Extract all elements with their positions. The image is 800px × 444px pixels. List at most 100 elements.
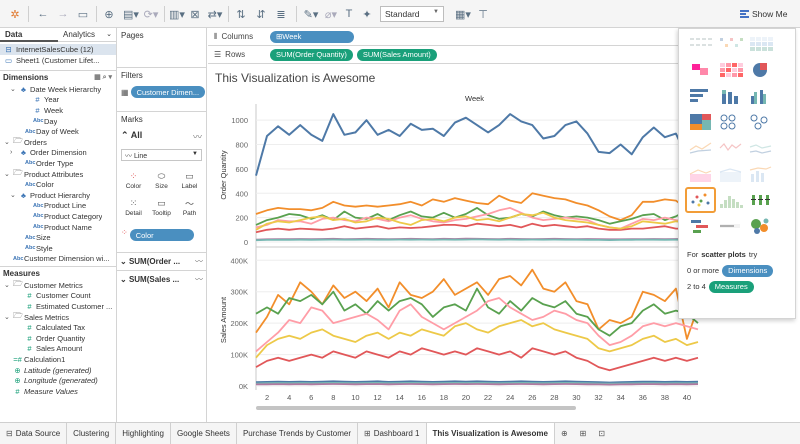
folder-item[interactable]: ⌄ 🗁 Customer Metrics <box>0 279 116 291</box>
box-whisker-icon[interactable] <box>747 189 774 211</box>
field-item[interactable]: Abc Day <box>0 116 116 127</box>
field-item[interactable]: Abc Product Line <box>0 201 116 212</box>
folder-item[interactable]: ⌄ 🗁 Product Attributes <box>0 168 116 180</box>
marks-sub-order[interactable]: ⌄ SUM(Order ... 〰 <box>117 252 206 270</box>
packed-bubbles-icon[interactable] <box>747 215 774 237</box>
field-item[interactable]: ⊕ Latitude (generated) <box>0 365 116 376</box>
rows-shelf[interactable]: ☰ Rows SUM(Order Quantity) SUM(Sales Amou… <box>208 46 680 64</box>
labels-icon[interactable]: ⌀▾ <box>322 6 340 22</box>
histogram-icon[interactable] <box>717 189 744 211</box>
tab-sheet[interactable]: Highlighting <box>116 422 171 444</box>
size-button[interactable]: ⬭ Size <box>149 167 174 191</box>
circle-view-icon[interactable] <box>717 111 744 133</box>
undo-icon[interactable]: ← <box>36 6 50 22</box>
dimensions-tools-icon[interactable]: ▦ ⌕ ▾ <box>94 73 112 82</box>
tab-data[interactable]: Data <box>0 28 58 42</box>
field-item[interactable]: Abc Size <box>0 232 116 243</box>
field-item[interactable]: =# Calculation1 <box>0 354 116 365</box>
highlight-table-icon[interactable] <box>717 59 744 81</box>
field-item[interactable]: Abc Product Name <box>0 222 116 233</box>
field-item[interactable]: # Week <box>0 105 116 116</box>
tooltip-button[interactable]: ▭ Tooltip <box>149 194 174 218</box>
show-cards-icon[interactable]: ▦▾ <box>454 6 472 22</box>
tab-sheet[interactable]: Clustering <box>67 422 117 444</box>
pages-card[interactable]: Pages <box>117 28 206 68</box>
mark-type-select[interactable]: 〰 Line ▼ <box>121 149 202 161</box>
field-item[interactable]: # Sales Amount <box>0 344 116 355</box>
marks-sub-sales[interactable]: ⌄ SUM(Sales ... 〰 <box>117 270 206 288</box>
tab-sheet-active[interactable]: This Visualization is Awesome <box>426 422 555 444</box>
gantt-icon[interactable] <box>687 215 714 237</box>
datasource-item[interactable]: ▭ Sheet1 (Customer Lifet... <box>0 55 116 66</box>
scatter-plot-icon[interactable] <box>685 187 716 213</box>
horizontal-bars-icon[interactable] <box>687 85 714 107</box>
series-line[interactable] <box>255 297 699 353</box>
marks-all-row[interactable]: ⌃ All 〰 <box>121 130 202 143</box>
area-continuous-icon[interactable] <box>687 163 714 185</box>
continuous-line-icon[interactable] <box>687 137 714 159</box>
rows-pill[interactable]: SUM(Order Quantity) <box>270 48 353 61</box>
folder-item[interactable]: ⌄ 🗁 Orders <box>0 136 116 148</box>
bullet-graph-icon[interactable] <box>717 215 744 237</box>
field-item[interactable]: Abc Product Category <box>0 211 116 222</box>
heat-map-icon[interactable] <box>747 33 774 55</box>
columns-pill[interactable]: ⊞ Week <box>270 30 354 43</box>
sort-ascending-icon[interactable]: ⇅ <box>234 6 248 22</box>
label-button[interactable]: ▭ Label <box>177 167 202 191</box>
field-item[interactable]: ⌄ ♣ Product Hierarchy <box>0 190 116 201</box>
series-line[interactable] <box>255 222 699 234</box>
new-worksheet-icon[interactable]: ▤▾ <box>122 6 140 22</box>
text-table-icon[interactable] <box>687 33 714 55</box>
horizontal-scrollbar[interactable] <box>256 406 576 410</box>
area-discrete-icon[interactable] <box>717 163 744 185</box>
tab-dashboard[interactable]: ⊞ Dashboard 1 <box>358 422 427 444</box>
side-by-side-bars-icon[interactable] <box>747 85 774 107</box>
clear-sheet-icon[interactable]: ⊠ <box>188 6 202 22</box>
dual-lines-icon[interactable] <box>747 137 774 159</box>
new-worksheet-tab[interactable]: ⊕ <box>555 423 574 444</box>
series-line[interactable] <box>255 347 699 372</box>
symbol-map-icon[interactable] <box>717 33 744 55</box>
series-line[interactable] <box>255 238 699 242</box>
treemap-icon[interactable] <box>687 111 714 133</box>
field-item[interactable]: # Order Quantity <box>0 333 116 344</box>
filter-pill[interactable]: Customer Dimen... <box>130 86 206 98</box>
datasource-item[interactable]: ⊟ InternetSalesCube (12) <box>0 44 116 55</box>
rows-pill[interactable]: SUM(Sales Amount) <box>356 48 437 61</box>
field-item[interactable]: # Measure Values <box>0 386 116 397</box>
line-chart[interactable]: 0 200 400 600 800 1000 Order Quantity 0K 100K 200… <box>208 64 700 420</box>
field-item[interactable]: # Year <box>0 95 116 106</box>
filled-map-icon[interactable] <box>687 59 714 81</box>
detail-button[interactable]: ⁙ Detail <box>121 194 146 218</box>
field-item[interactable]: ⊕ Longitude (generated) <box>0 375 116 386</box>
fit-select[interactable]: Standard ▼ <box>380 6 444 22</box>
new-dashboard-tab[interactable]: ⊞ <box>574 423 593 444</box>
color-button[interactable]: ⁘ Color <box>121 167 146 191</box>
new-story-tab[interactable]: ⊡ <box>592 423 611 444</box>
group-icon[interactable]: ≣ <box>274 6 288 22</box>
stacked-bars-icon[interactable] <box>717 85 744 107</box>
pin-icon[interactable]: ✦ <box>360 6 374 22</box>
tab-sheet[interactable]: Google Sheets <box>171 422 237 444</box>
color-pill[interactable]: Color <box>129 229 194 241</box>
side-by-side-circles-icon[interactable] <box>747 111 774 133</box>
series-line[interactable] <box>255 319 699 359</box>
dual-combination-icon[interactable] <box>747 163 774 185</box>
discrete-line-icon[interactable] <box>717 137 744 159</box>
field-item[interactable]: Abc Customer Dimension wi... <box>0 254 116 265</box>
redo-icon[interactable]: → <box>56 6 70 22</box>
text-labels-icon[interactable]: T <box>342 6 356 22</box>
sort-descending-icon[interactable]: ⇵ <box>254 6 268 22</box>
new-datasource-icon[interactable]: ⊕ <box>102 6 116 22</box>
tab-analytics[interactable]: Analytics ⌄ <box>58 28 116 41</box>
highlight-icon[interactable]: ✎▾ <box>302 6 320 22</box>
presentation-mode-icon[interactable]: ⊤ <box>476 6 490 22</box>
path-button[interactable]: 〜 Path <box>177 194 202 218</box>
filters-card[interactable]: Filters ▦ Customer Dimen... <box>117 68 206 112</box>
folder-item[interactable]: ⌄ 🗁 Sales Metrics <box>0 311 116 323</box>
tab-data-source[interactable]: ⊟ Data Source <box>0 422 68 444</box>
swap-icon[interactable]: ⇄▾ <box>206 6 224 22</box>
tab-sheet[interactable]: Purchase Trends by Customer <box>237 422 358 444</box>
field-item[interactable]: ⌄ ♣ Date Week Hierarchy <box>0 84 116 95</box>
columns-shelf[interactable]: ⦀ Columns ⊞ Week <box>208 28 680 46</box>
